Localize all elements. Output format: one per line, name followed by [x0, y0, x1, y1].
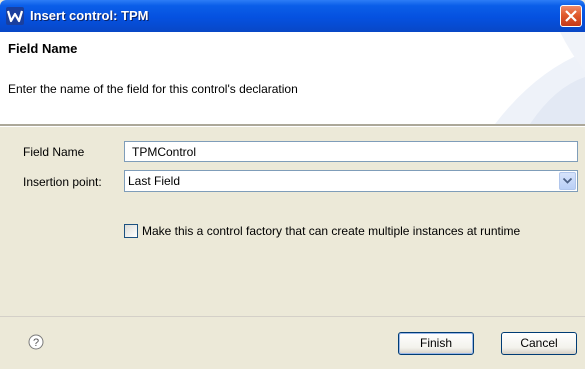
- dropdown-button[interactable]: [559, 172, 576, 190]
- insert-control-dialog: Insert control: TPM Field Name Enter the…: [0, 0, 585, 369]
- field-name-label: Field Name: [23, 145, 85, 159]
- footer-separator: [0, 316, 585, 317]
- w-logo-icon: [6, 7, 24, 25]
- insertion-point-value: Last Field: [128, 174, 181, 188]
- banner-description: Enter the name of the field for this con…: [8, 82, 298, 96]
- finish-button[interactable]: Finish: [398, 332, 474, 355]
- chevron-down-icon: [563, 178, 572, 184]
- svg-text:?: ?: [33, 337, 39, 349]
- field-name-input[interactable]: TPMControl: [124, 141, 578, 162]
- cancel-button[interactable]: Cancel: [501, 332, 577, 355]
- close-icon: [565, 10, 577, 22]
- banner-separator: [0, 124, 585, 127]
- control-factory-checkbox[interactable]: [124, 224, 138, 238]
- help-icon[interactable]: ?: [28, 334, 44, 350]
- banner-title: Field Name: [8, 41, 78, 56]
- window-title: Insert control: TPM: [30, 8, 149, 23]
- control-factory-label[interactable]: Make this a control factory that can cre…: [142, 224, 520, 238]
- header-banner: Field Name Enter the name of the field f…: [0, 32, 585, 124]
- insertion-point-select[interactable]: Last Field: [124, 170, 578, 192]
- banner-decoration: [495, 32, 585, 124]
- insertion-point-label: Insertion point:: [23, 175, 102, 189]
- close-button[interactable]: [560, 5, 582, 27]
- title-bar[interactable]: Insert control: TPM: [0, 0, 585, 32]
